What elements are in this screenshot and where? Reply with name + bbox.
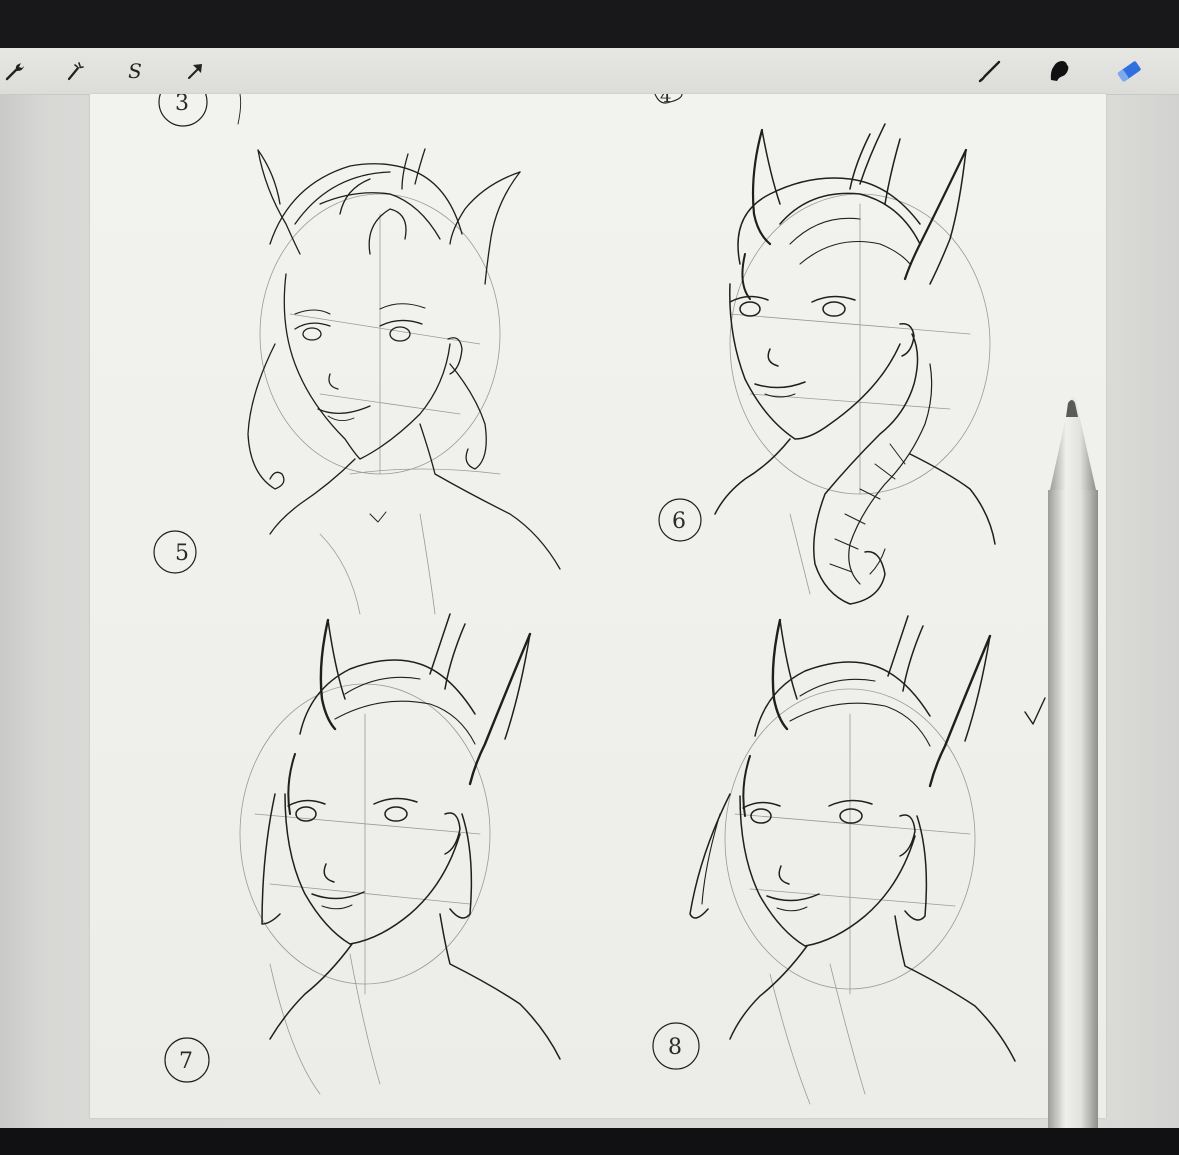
brush-icon[interactable] xyxy=(974,56,1004,86)
sketch-8 xyxy=(689,615,1016,1105)
drawing-canvas[interactable]: 5 3 4 6 7 8 xyxy=(90,94,1106,1118)
sketch-number-7: 7 xyxy=(179,1049,193,1074)
stylus-pencil xyxy=(1048,397,1098,1128)
top-toolbar: S xyxy=(0,48,1179,95)
selection-s-icon[interactable]: S xyxy=(120,56,150,86)
sketch-6 xyxy=(714,123,996,605)
sketch-number-3: 3 xyxy=(175,94,189,116)
magic-wand-icon[interactable] xyxy=(60,56,90,86)
wrench-icon[interactable] xyxy=(0,56,30,86)
sketch-5 xyxy=(247,148,561,615)
smudge-icon[interactable] xyxy=(1044,56,1074,86)
eraser-icon[interactable] xyxy=(1114,56,1144,86)
arrow-cursor-icon[interactable] xyxy=(180,56,210,86)
sketch-7 xyxy=(239,613,561,1095)
device-bezel-top xyxy=(0,0,1179,48)
device-bezel-bottom xyxy=(0,1128,1179,1155)
sketch-number-4: 4 xyxy=(660,94,671,107)
sketch-artwork: 5 3 4 6 7 8 xyxy=(153,94,1046,1105)
sketch-number-8: 8 xyxy=(668,1035,682,1060)
sketch-number-6: 6 xyxy=(672,509,686,534)
sketch-number-5: 5 xyxy=(175,541,189,566)
